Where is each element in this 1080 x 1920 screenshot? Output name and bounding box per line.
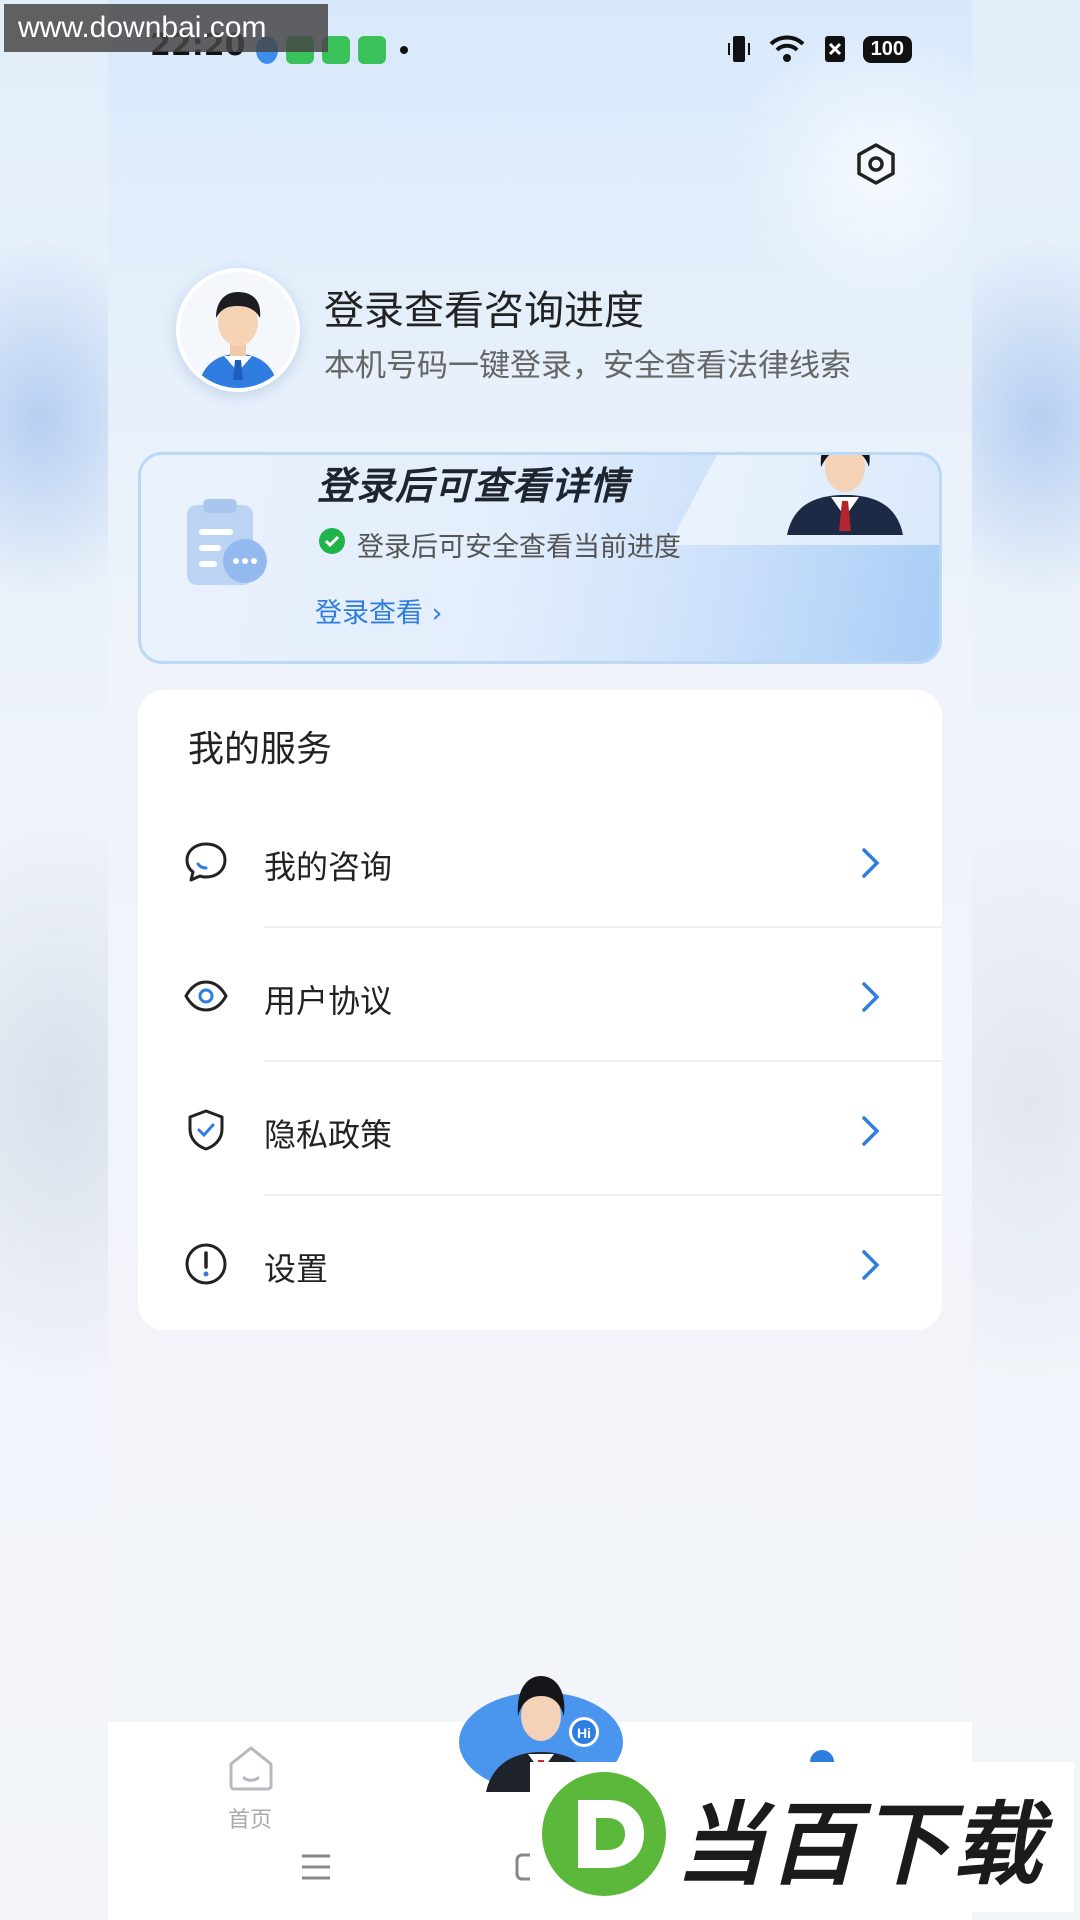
service-label: 隐私政策 — [264, 1116, 393, 1154]
service-label: 用户协议 — [264, 982, 393, 1020]
login-promo-card[interactable]: 登录后可查看详情 登录后可安全查看当前进度 登录查看 › — [138, 452, 942, 664]
settings-gear-icon[interactable] — [854, 142, 898, 186]
default-avatar-icon — [180, 272, 296, 388]
chevron-right-icon — [862, 1250, 880, 1280]
phone-screen: 22:20 100 — [108, 0, 972, 1920]
nav-home-label[interactable]: 首页 — [228, 1802, 272, 1834]
chat-bubble-icon — [185, 842, 227, 882]
no-sim-icon — [824, 36, 845, 62]
phone-notification-icon — [358, 36, 386, 64]
clipboard-icon — [187, 499, 267, 585]
home-icon[interactable] — [226, 1744, 276, 1792]
vibrate-icon — [727, 36, 750, 62]
login-card-note: 登录后可安全查看当前进度 — [357, 532, 681, 563]
my-services-card: 我的服务 我的咨询 用户协议 隐私政策 设置 — [138, 690, 942, 1330]
wifi-icon — [769, 35, 805, 62]
login-view-link[interactable]: 登录查看 › — [315, 591, 442, 630]
service-item-user-agreement[interactable]: 用户协议 — [138, 928, 942, 1062]
service-label: 设置 — [264, 1250, 329, 1288]
chevron-right-icon — [862, 1116, 880, 1146]
profile-subtitle: 本机号码一键登录，安全查看法律线索 — [324, 348, 851, 384]
brand-watermark-text: 当百下载 — [676, 1793, 1044, 1898]
brand-logo-icon — [542, 1772, 666, 1896]
shield-check-icon — [188, 1109, 224, 1151]
service-label: 我的咨询 — [264, 848, 393, 886]
recent-apps-icon[interactable] — [300, 1852, 332, 1882]
services-title: 我的服务 — [188, 729, 333, 770]
chevron-right-icon — [862, 982, 880, 1012]
brand-watermark: 当百下载 — [530, 1762, 1074, 1912]
service-item-my-consultation[interactable]: 我的咨询 — [138, 794, 942, 928]
system-icons: 100 — [727, 34, 912, 64]
lawyer-portrait-icon — [787, 455, 903, 535]
avatar[interactable] — [176, 268, 300, 392]
service-item-privacy-policy[interactable]: 隐私政策 — [138, 1062, 942, 1196]
profile-title[interactable]: 登录查看咨询进度 — [324, 278, 644, 336]
login-card-title: 登录后可查看详情 — [317, 464, 630, 508]
assistant-hi-badge: Hi — [577, 1725, 591, 1741]
info-circle-icon — [185, 1243, 227, 1285]
eye-icon — [184, 980, 228, 1012]
check-circle-icon — [319, 528, 345, 554]
service-item-settings[interactable]: 设置 — [138, 1196, 942, 1330]
site-watermark: www.downbai.com — [4, 4, 328, 52]
chevron-right-icon — [862, 848, 880, 878]
more-notifications-icon — [400, 46, 408, 54]
battery-indicator: 100 — [862, 35, 912, 63]
